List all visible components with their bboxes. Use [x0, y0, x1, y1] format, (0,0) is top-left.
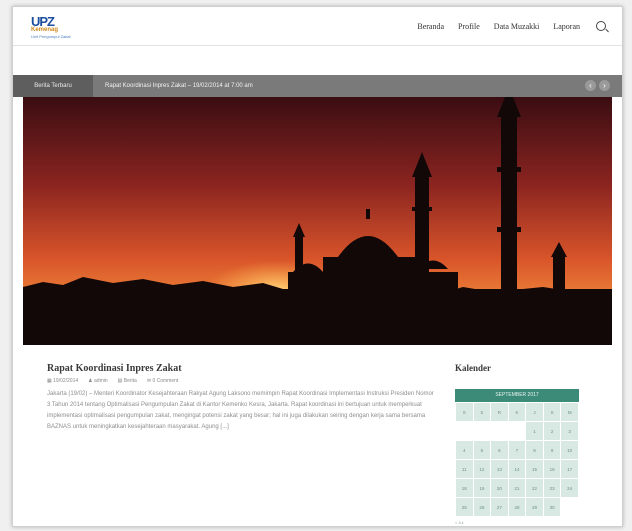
- calendar-week-row: 18 19 20 21 22 23 24: [455, 478, 579, 498]
- calendar-empty-cell: [490, 421, 509, 441]
- search-icon[interactable]: [596, 21, 606, 31]
- nav-laporan[interactable]: Laporan: [553, 22, 580, 31]
- chevron-left-icon[interactable]: ‹: [585, 80, 596, 91]
- post-comments[interactable]: ✉ 0 Comment: [147, 378, 178, 384]
- hero-image: [23, 97, 612, 345]
- calendar-weekday: S: [472, 402, 492, 422]
- calendar-day[interactable]: 17: [560, 459, 579, 479]
- calendar-day[interactable]: 12: [472, 459, 492, 479]
- calendar-day[interactable]: 13: [490, 459, 509, 479]
- nav-data-muzakki[interactable]: Data Muzakki: [494, 22, 540, 31]
- calendar-day[interactable]: 14: [507, 459, 527, 479]
- ticker-controls: ‹ ›: [585, 80, 610, 91]
- ticker-headline[interactable]: Rapat Koordinasi Inpres Zakat – 19/02/20…: [105, 75, 253, 97]
- site-header: UPZ Kemenag Unit Pengumpul Zakat Beranda…: [13, 7, 622, 46]
- calendar-day[interactable]: 20: [490, 478, 509, 498]
- calendar-day[interactable]: 16: [542, 459, 562, 479]
- calendar-day[interactable]: 1: [525, 421, 544, 441]
- post-category[interactable]: ▤ Berita: [118, 378, 137, 384]
- post-excerpt: Jakarta (19/02) – Menteri Koordinator Ke…: [47, 391, 434, 430]
- calendar-weekday-row: SSRKJSM: [455, 402, 579, 422]
- calendar-widget-title: Kalender: [455, 363, 491, 373]
- calendar-weekday: S: [455, 402, 474, 422]
- post-article: Rapat Koordinasi Inpres Zakat ▦ 19/02/20…: [47, 363, 437, 433]
- calendar-weekday: M: [560, 402, 579, 422]
- sidebar: Kalender SEPTEMBER 2017 SSRKJSM123456789…: [455, 363, 585, 525]
- browser-page: UPZ Kemenag Unit Pengumpul Zakat Beranda…: [12, 6, 623, 527]
- calendar-month: SEPTEMBER 2017: [455, 389, 579, 402]
- nav-profile[interactable]: Profile: [458, 22, 480, 31]
- post-date: ▦ 19/02/2014: [47, 378, 78, 384]
- calendar-day[interactable]: 30: [542, 497, 562, 517]
- calendar-day[interactable]: 25: [455, 497, 474, 517]
- calendar-day[interactable]: 21: [507, 478, 527, 498]
- calendar-day[interactable]: 19: [472, 478, 492, 498]
- post-category-text: Berita: [123, 378, 137, 384]
- calendar-day[interactable]: 7: [507, 440, 527, 460]
- calendar-day[interactable]: 4: [455, 440, 474, 460]
- calendar-day[interactable]: 15: [525, 459, 544, 479]
- post-meta: ▦ 19/02/2014 ♟ admin ▤ Berita ✉ 0 Commen…: [47, 378, 437, 384]
- logo-line2: Unit Pengumpul Zakat: [31, 34, 71, 39]
- calendar-day[interactable]: 6: [490, 440, 509, 460]
- post-author[interactable]: ♟ admin: [88, 378, 108, 384]
- calendar-prev-link[interactable]: « Jul: [455, 520, 579, 525]
- post-title[interactable]: Rapat Koordinasi Inpres Zakat: [47, 363, 437, 374]
- calendar-week-row: 4 5 6 7 8 9 10: [455, 440, 579, 460]
- main-nav: Beranda Profile Data Muzakki Laporan: [417, 7, 606, 45]
- calendar-empty-cell: [472, 421, 492, 441]
- post-comments-text: 0 Comment: [152, 378, 179, 384]
- calendar-day[interactable]: 8: [525, 440, 544, 460]
- news-ticker: Berita Terbaru Rapat Koordinasi Inpres Z…: [13, 75, 622, 97]
- calendar-day[interactable]: 3: [560, 421, 579, 441]
- calendar-day[interactable]: 9: [542, 440, 562, 460]
- calendar-day[interactable]: 29: [525, 497, 544, 517]
- chevron-right-icon[interactable]: ›: [599, 80, 610, 91]
- calendar-empty-cell: [507, 421, 527, 441]
- calendar-weekday: K: [507, 402, 527, 422]
- calendar-day[interactable]: 11: [455, 459, 474, 479]
- logo-line1: Kemenag: [31, 27, 59, 33]
- calendar-day[interactable]: 27: [490, 497, 509, 517]
- calendar-widget: SEPTEMBER 2017 S S R K J S M 1 2 3 4 5 6 7 8 9 10 11 12 13 1…: [455, 389, 579, 525]
- post-date-text: 19/02/2014: [53, 378, 79, 384]
- site-logo[interactable]: UPZ Kemenag Unit Pengumpul Zakat: [31, 14, 79, 40]
- calendar-week-row: 123: [455, 421, 579, 441]
- calendar-week-row: 25 26 27 28 29 30: [455, 497, 579, 517]
- calendar-day[interactable]: 18: [455, 478, 474, 498]
- calendar-day[interactable]: 2: [542, 421, 562, 441]
- calendar-day[interactable]: 10: [560, 440, 579, 460]
- ticker-label: Berita Terbaru: [13, 75, 93, 97]
- calendar-empty-cell: [455, 421, 474, 441]
- calendar-day[interactable]: 28: [507, 497, 527, 517]
- calendar-day[interactable]: 24: [560, 478, 579, 498]
- calendar-day[interactable]: 23: [542, 478, 562, 498]
- calendar-day[interactable]: 26: [472, 497, 492, 517]
- post-author-text: admin: [94, 378, 108, 384]
- calendar-weekday: J: [525, 402, 544, 422]
- calendar-weekday: R: [490, 402, 509, 422]
- calendar-day[interactable]: 5: [472, 440, 492, 460]
- calendar-day[interactable]: 22: [525, 478, 544, 498]
- calendar-empty-cell: [560, 497, 579, 517]
- mosque-sunset-image: [23, 97, 612, 345]
- nav-beranda[interactable]: Beranda: [417, 22, 444, 31]
- calendar-week-row: 11 12 13 14 15 16 17: [455, 459, 579, 479]
- calendar-table: S S R K J S M 1 2 3 4 5 6 7 8 9 10 11 12 13 14 15 16 17 18 19 20 21…: [455, 402, 579, 517]
- calendar-weekday: S: [542, 402, 562, 422]
